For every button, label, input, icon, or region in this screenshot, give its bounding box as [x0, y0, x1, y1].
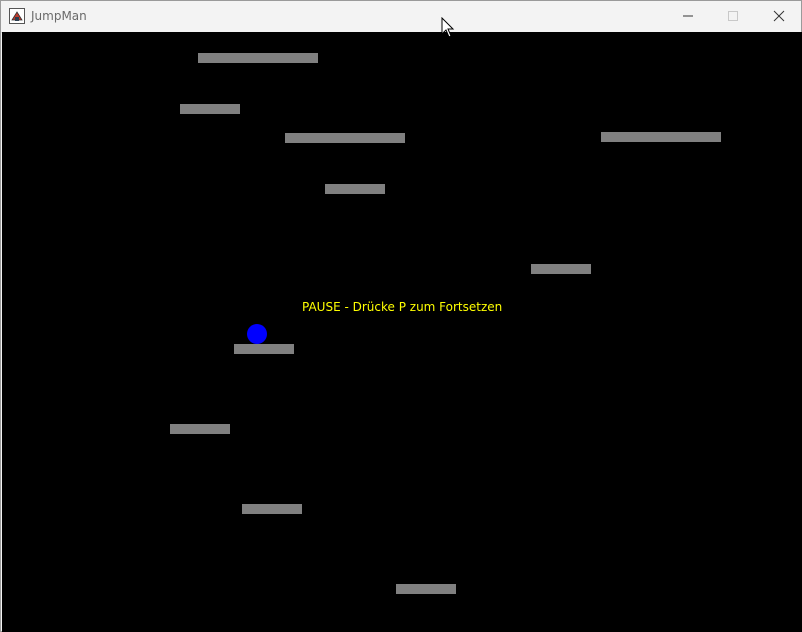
- platform: [325, 184, 385, 194]
- platform: [601, 132, 721, 142]
- close-button[interactable]: [756, 1, 801, 31]
- mouse-cursor-icon: [441, 17, 455, 38]
- maximize-icon: [727, 11, 738, 21]
- platform: [234, 344, 294, 354]
- platform: [198, 53, 318, 63]
- platform: [170, 424, 230, 434]
- game-canvas[interactable]: PAUSE - Drücke P zum Fortsetzen: [2, 32, 802, 632]
- platform: [531, 264, 591, 274]
- java-app-icon: [9, 8, 25, 24]
- title-bar[interactable]: JumpMan: [1, 1, 801, 33]
- platform: [242, 504, 302, 514]
- pause-message: PAUSE - Drücke P zum Fortsetzen: [302, 300, 503, 314]
- maximize-button[interactable]: [710, 1, 755, 31]
- platform: [396, 584, 456, 594]
- platform: [180, 104, 240, 114]
- window-title: JumpMan: [31, 9, 87, 23]
- app-window: JumpMan PAUSE - Drücke P zum Fortsetzen: [0, 0, 802, 632]
- platform: [285, 133, 405, 143]
- minimize-icon: [682, 15, 693, 17]
- player-ball: [247, 324, 267, 344]
- minimize-button[interactable]: [665, 1, 710, 31]
- close-icon: [773, 10, 784, 22]
